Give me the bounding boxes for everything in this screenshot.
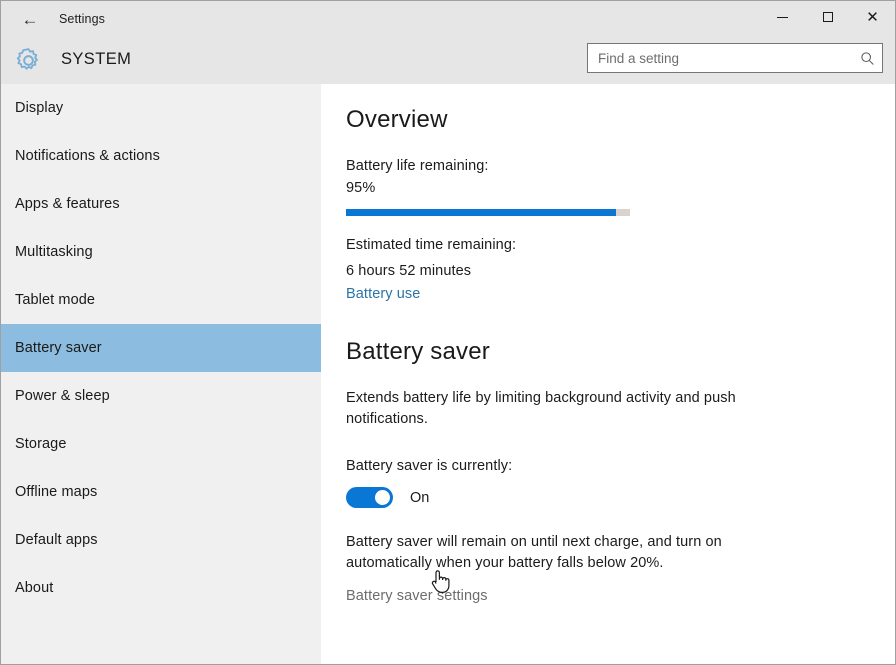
battery-saver-note: Battery saver will remain on until next …	[346, 532, 761, 574]
category-header: SYSTEM	[1, 37, 895, 84]
gear-icon	[14, 46, 43, 75]
sidebar-item-power-sleep[interactable]: Power & sleep	[1, 372, 321, 420]
settings-window: ← Settings ✕ SYSTEM	[0, 0, 896, 665]
sidebar-item-about[interactable]: About	[1, 564, 321, 612]
sidebar-item-offline-maps[interactable]: Offline maps	[1, 468, 321, 516]
battery-saver-heading: Battery saver	[346, 338, 895, 366]
close-button[interactable]: ✕	[850, 1, 895, 33]
sidebar-item-label: Display	[15, 100, 63, 116]
window-controls: ✕	[760, 1, 895, 33]
search-box[interactable]	[587, 43, 883, 73]
overview-section: Battery life remaining: 95% Estimated ti…	[346, 156, 895, 302]
overview-heading: Overview	[346, 106, 895, 134]
sidebar-item-label: Multitasking	[15, 244, 93, 260]
battery-life-value: 95%	[346, 178, 895, 199]
toggle-knob	[375, 490, 390, 505]
search-input[interactable]	[588, 45, 854, 71]
estimated-time-value: 6 hours 52 minutes	[346, 261, 895, 282]
battery-use-link[interactable]: Battery use	[346, 286, 895, 302]
title-bar: ← Settings ✕	[1, 1, 895, 37]
battery-progress-fill	[346, 209, 616, 216]
back-arrow-icon[interactable]: ←	[7, 3, 53, 35]
sidebar-item-label: About	[15, 580, 53, 596]
sidebar-item-label: Apps & features	[15, 196, 120, 212]
battery-saver-toggle-row: On	[346, 487, 895, 508]
minimize-icon	[777, 17, 788, 18]
maximize-icon	[823, 12, 833, 22]
sidebar-item-label: Power & sleep	[15, 388, 110, 404]
battery-saver-toggle[interactable]	[346, 487, 393, 508]
toggle-state-label: On	[410, 490, 429, 506]
battery-saver-description: Extends battery life by limiting backgro…	[346, 388, 756, 430]
sidebar-item-storage[interactable]: Storage	[1, 420, 321, 468]
app-title: Settings	[59, 12, 105, 26]
maximize-button[interactable]	[805, 1, 850, 33]
sidebar-item-label: Storage	[15, 436, 67, 452]
sidebar-item-display[interactable]: Display	[1, 84, 321, 132]
page-title: SYSTEM	[61, 50, 131, 69]
search-icon[interactable]	[854, 45, 880, 71]
sidebar-item-label: Notifications & actions	[15, 148, 160, 164]
sidebar-item-tablet-mode[interactable]: Tablet mode	[1, 276, 321, 324]
sidebar-nav: Display Notifications & actions Apps & f…	[1, 84, 321, 664]
battery-saver-state-label: Battery saver is currently:	[346, 456, 895, 477]
sidebar-item-battery-saver[interactable]: Battery saver	[1, 324, 321, 372]
sidebar-item-label: Tablet mode	[15, 292, 95, 308]
sidebar-item-label: Default apps	[15, 532, 98, 548]
minimize-button[interactable]	[760, 1, 805, 33]
settings-content: Overview Battery life remaining: 95% Est…	[321, 84, 895, 664]
battery-life-label: Battery life remaining:	[346, 156, 895, 177]
sidebar-item-default-apps[interactable]: Default apps	[1, 516, 321, 564]
battery-saver-settings-link[interactable]: Battery saver settings	[346, 588, 488, 604]
sidebar-item-label: Battery saver	[15, 340, 102, 356]
sidebar-item-notifications-actions[interactable]: Notifications & actions	[1, 132, 321, 180]
sidebar-item-apps-features[interactable]: Apps & features	[1, 180, 321, 228]
estimated-time-label: Estimated time remaining:	[346, 235, 895, 256]
sidebar-item-multitasking[interactable]: Multitasking	[1, 228, 321, 276]
sidebar-item-label: Offline maps	[15, 484, 97, 500]
battery-progress-bar	[346, 209, 630, 216]
